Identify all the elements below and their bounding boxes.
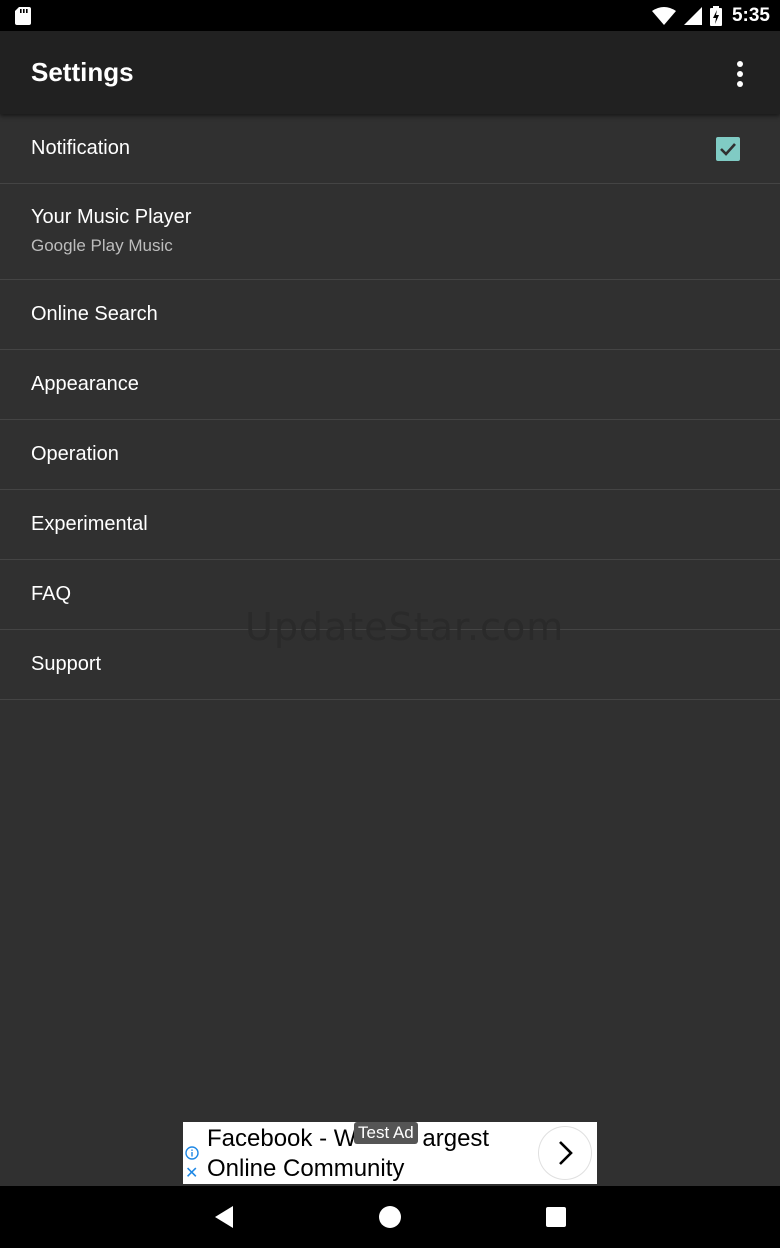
page-title: Settings — [31, 57, 134, 87]
settings-item-label: Appearance — [31, 373, 139, 395]
settings-item-online-search[interactable]: Online Search — [0, 280, 780, 350]
sd-card-icon — [15, 7, 31, 25]
close-icon[interactable]: ✕ — [185, 1166, 198, 1182]
recents-button[interactable] — [516, 1186, 596, 1248]
settings-item-label: Support — [31, 653, 102, 675]
ad-headline: Facebook - W argest Online Community — [207, 1124, 489, 1184]
settings-item-label: Operation — [31, 443, 119, 465]
settings-item-notification[interactable]: Notification — [0, 114, 780, 184]
settings-item-label: Experimental — [31, 513, 148, 535]
settings-item-experimental[interactable]: Experimental — [0, 490, 780, 560]
test-ad-badge: Test Ad — [354, 1122, 418, 1144]
clock: 5:35 — [731, 4, 770, 26]
check-icon — [720, 143, 736, 156]
notification-checkbox[interactable] — [716, 137, 740, 161]
ad-line2: Online Community — [207, 1155, 405, 1182]
settings-item-music-player[interactable]: Your Music Player Google Play Music — [0, 184, 780, 280]
settings-item-operation[interactable]: Operation — [0, 420, 780, 490]
settings-item-appearance[interactable]: Appearance — [0, 350, 780, 420]
battery-charging-icon — [709, 5, 722, 26]
cell-signal-icon — [683, 6, 702, 25]
nav-bar — [0, 1186, 780, 1248]
back-icon — [215, 1206, 233, 1228]
ad-line1: Facebook - W — [207, 1125, 357, 1152]
back-button[interactable] — [184, 1186, 264, 1248]
chevron-right-icon — [559, 1141, 573, 1165]
ad-banner[interactable]: ✕ Facebook - W argest Online Community Te… — [183, 1122, 597, 1184]
settings-item-label: FAQ — [31, 583, 72, 605]
wifi-icon — [651, 6, 676, 25]
recents-icon — [546, 1207, 566, 1227]
home-icon — [379, 1206, 401, 1228]
ad-open-button[interactable] — [539, 1127, 591, 1179]
ad-line1-end: argest — [422, 1125, 490, 1152]
home-button[interactable] — [350, 1186, 430, 1248]
settings-item-label: Your Music Player — [31, 206, 192, 228]
settings-item-summary: Google Play Music — [31, 236, 173, 255]
settings-item-label: Online Search — [31, 303, 158, 325]
more-vert-icon[interactable] — [722, 56, 758, 92]
status-bar: 5:35 — [0, 0, 780, 31]
info-icon[interactable] — [185, 1146, 199, 1160]
settings-item-label: Notification — [31, 137, 130, 159]
app-bar: Settings — [0, 31, 780, 114]
watermark: UpdateStar.com — [245, 605, 565, 649]
